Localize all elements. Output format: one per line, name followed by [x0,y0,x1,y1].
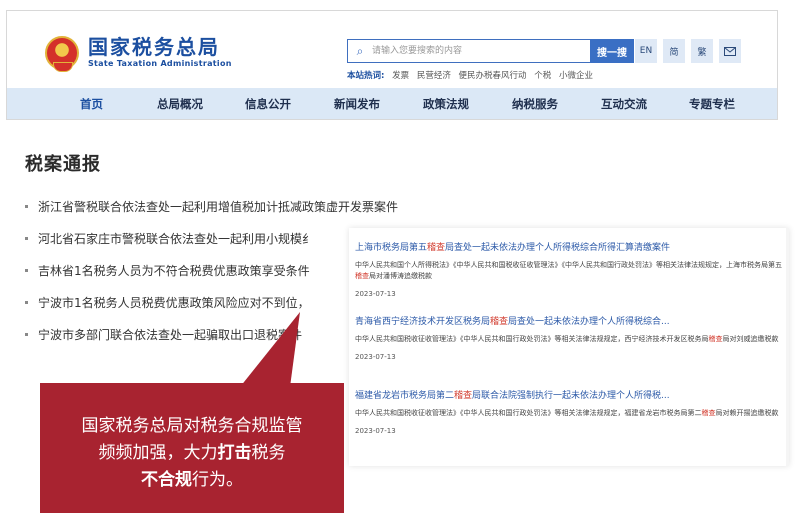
result-date: 2023-07-13 [355,427,396,435]
search-results-popup: 上海市税务局第五稽查局查处一起未依法办理个人所得税综合所得汇算清缴案件 中华人民… [349,228,789,466]
nav-item-tax-service[interactable]: 纳税服务 [512,96,558,112]
language-switcher: EN 简 繁 [635,39,741,63]
traditional-chinese-button[interactable]: 繁 [691,39,713,63]
news-item[interactable]: 浙江省警税联合依法查处一起利用增值税加计抵减政策虚开发票案件 [25,198,398,215]
result-snippet: 中华人民共和国税收征收管理法》《中华人民共和国行政处罚法》等相关法律法规规定，福… [355,409,779,417]
simplified-chinese-button[interactable]: 简 [663,39,685,63]
search-result[interactable]: 青海省西宁经济技术开发区税务局稽查局查处一起未依法办理个人所得税综合... 中华… [355,314,785,361]
news-item[interactable]: 宁波市1名税务人员税费优惠政策风险应对不到位， [25,294,310,311]
bullet-icon [25,269,28,272]
mail-icon [724,46,736,56]
result-snippet: 中华人民共和国税收征收管理法》《中华人民共和国行政处罚法》等相关法律法规规定，西… [355,335,779,343]
hot-word[interactable]: 发票 [392,71,409,81]
search-icon: ⌕ [356,43,364,58]
callout-banner: 国家税务总局对税务合规监管 频频加强，大力打击税务 不合规行为。 [40,383,344,513]
logo-title-en: State Taxation Administration [88,59,232,68]
result-snippet: 中华人民共和国个人所得税法》《中华人民共和国税收征收管理法》《中华人民共和国行政… [355,261,782,280]
national-emblem-icon [45,36,79,72]
news-item-title[interactable]: 河北省石家庄市警税联合依法查处一起利用小规模纟 [38,230,314,247]
hot-words: 本站热词: 发票 民营经济 便民办税春风行动 个税 小微企业 [347,69,593,81]
nav-item-interaction[interactable]: 互动交流 [601,96,647,112]
news-item-title[interactable]: 宁波市1名税务人员税费优惠政策风险应对不到位， [38,294,310,311]
site-header: 国家税务总局 State Taxation Administration ⌕ 搜… [6,10,778,120]
nav-item-policy[interactable]: 政策法规 [423,96,469,112]
hot-word[interactable]: 民营经济 [417,71,451,81]
nav-item-news[interactable]: 新闻发布 [334,96,380,112]
callout-line-2: 频频加强，大力打击税务 [98,443,286,463]
callout-pointer [240,312,300,387]
hot-word[interactable]: 小微企业 [559,71,593,81]
search-box: ⌕ 搜一搜 [347,39,634,63]
result-date: 2023-07-13 [355,353,396,361]
search-button[interactable]: 搜一搜 [590,39,634,63]
hot-word[interactable]: 便民办税春风行动 [459,71,527,81]
main-nav: 首页 总局概况 信息公开 新闻发布 政策法规 纳税服务 互动交流 专题专栏 [7,88,777,119]
popup-scrollbar[interactable] [786,228,789,466]
logo-title-cn: 国家税务总局 [88,35,220,59]
result-title[interactable]: 青海省西宁经济技术开发区税务局稽查局查处一起未依法办理个人所得税综合... [355,314,785,327]
news-item-title[interactable]: 吉林省1名税务人员为不符合税费优惠政策享受条件 [38,262,310,279]
nav-item-topics[interactable]: 专题专栏 [689,96,735,112]
mail-button[interactable] [719,39,741,63]
news-item[interactable]: 吉林省1名税务人员为不符合税费优惠政策享受条件 [25,262,310,279]
result-date: 2023-07-13 [355,290,396,298]
bullet-icon [25,301,28,304]
bullet-icon [25,205,28,208]
search-result[interactable]: 福建省龙岩市税务局第二稽查局联合法院强制执行一起未依法办理个人所得税... 中华… [355,388,785,435]
nav-item-overview[interactable]: 总局概况 [157,96,203,112]
hot-word[interactable]: 个税 [534,71,551,81]
nav-item-home[interactable]: 首页 [80,96,103,112]
bullet-icon [25,333,28,336]
result-title[interactable]: 上海市税务局第五稽查局查处一起未依法办理个人所得税综合所得汇算清缴案件 [355,240,785,253]
news-item-title[interactable]: 浙江省警税联合依法查处一起利用增值税加计抵减政策虚开发票案件 [38,198,398,215]
section-title: 税案通报 [25,154,101,175]
result-title[interactable]: 福建省龙岩市税务局第二稽查局联合法院强制执行一起未依法办理个人所得税... [355,388,785,401]
search-result[interactable]: 上海市税务局第五稽查局查处一起未依法办理个人所得税综合所得汇算清缴案件 中华人民… [355,240,785,298]
site-logo[interactable]: 国家税务总局 State Taxation Administration [45,31,232,75]
hot-words-label: 本站热词: [347,71,385,81]
callout-line-1: 国家税务总局对税务合规监管 [81,416,303,436]
bullet-icon [25,237,28,240]
english-button[interactable]: EN [635,39,657,63]
callout-line-3: 不合规行为。 [141,470,243,490]
search-input[interactable] [372,41,590,61]
news-item[interactable]: 河北省石家庄市警税联合依法查处一起利用小规模纟 [25,230,314,247]
nav-item-disclosure[interactable]: 信息公开 [245,96,291,112]
